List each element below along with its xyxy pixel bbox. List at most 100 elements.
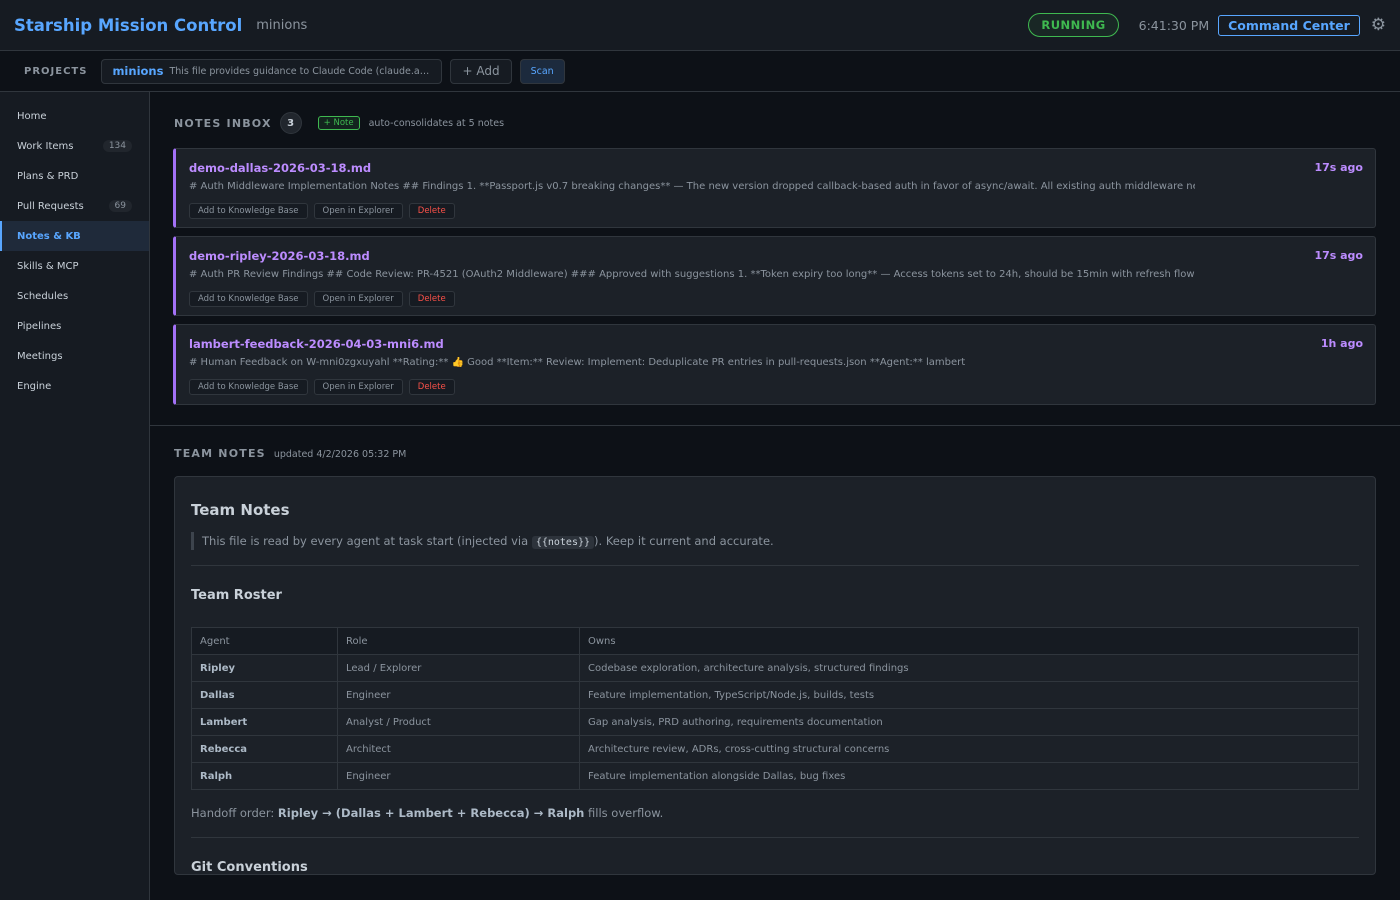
note-actions: Add to Knowledge Base Open in Explorer D… <box>189 203 461 219</box>
project-chip-description: This file provides guidance to Claude Co… <box>169 65 431 77</box>
engine-status-badge: RUNNING <box>1028 13 1119 37</box>
sidebar-item-pipelines[interactable]: Pipelines <box>0 311 149 341</box>
sidebar-item-label: Home <box>17 110 47 122</box>
agent-cell: Dallas <box>191 681 338 709</box>
agent-cell: Ralph <box>191 762 338 790</box>
note-filename[interactable]: lambert-feedback-2026-04-03-mni6.md <box>189 337 444 351</box>
column-header: Owns <box>579 627 1359 655</box>
document-intro-quote: This file is read by every agent at task… <box>191 532 774 550</box>
sidebar-item-notes-kb[interactable]: Notes & KB <box>0 221 149 251</box>
agent-cell: Ripley <box>191 654 338 682</box>
note-filename[interactable]: demo-ripley-2026-03-18.md <box>189 249 370 263</box>
note-filename[interactable]: demo-dallas-2026-03-18.md <box>189 161 371 175</box>
intro-text-end: ). Keep it current and accurate. <box>594 534 774 548</box>
agent-cell: Rebecca <box>191 735 338 763</box>
note-card: lambert-feedback-2026-04-03-mni6.md 1h a… <box>173 324 1376 405</box>
sidebar-item-label: Pipelines <box>17 320 62 332</box>
sidebar-item-label: Meetings <box>17 350 63 362</box>
note-timestamp: 17s ago <box>1314 249 1363 262</box>
note-card: demo-dallas-2026-03-18.md 17s ago # Auth… <box>173 148 1376 228</box>
delete-note-button[interactable]: Delete <box>408 203 455 219</box>
sidebar-item-meetings[interactable]: Meetings <box>0 341 149 371</box>
sidebar-item-label: Work Items <box>17 140 74 152</box>
owns-cell: Codebase exploration, architecture analy… <box>579 654 1359 682</box>
open-in-explorer-button[interactable]: Open in Explorer <box>313 291 403 307</box>
sidebar-item-schedules[interactable]: Schedules <box>0 281 149 311</box>
sidebar-item-engine[interactable]: Engine <box>0 371 149 401</box>
scan-projects-button[interactable]: Scan <box>519 58 565 84</box>
table-header-row: Agent Role Owns <box>191 627 1359 655</box>
sidebar-item-home[interactable]: Home <box>0 101 149 131</box>
note-timestamp: 1h ago <box>1320 337 1363 350</box>
handoff-sequence: Ripley → (Dallas + Lambert + Rebecca) → … <box>277 806 585 820</box>
sidebar-nav: Home Work Items 134 Plans & PRD Pull Requ… <box>0 92 150 900</box>
intro-text: This file is read by every agent at task… <box>202 534 532 548</box>
pull-requests-count-badge: 69 <box>108 200 132 212</box>
consolidation-hint: auto-consolidates at 5 notes <box>368 117 505 129</box>
note-actions: Add to Knowledge Base Open in Explorer D… <box>189 291 461 307</box>
table-row: Lambert Analyst / Product Gap analysis, … <box>191 708 1359 736</box>
note-preview: # Auth PR Review Findings ## Code Review… <box>189 269 1195 280</box>
table-row: Rebecca Architect Architecture review, A… <box>191 735 1359 763</box>
project-chip-minions[interactable]: minions This file provides guidance to C… <box>101 58 443 84</box>
sidebar-item-label: Schedules <box>17 290 69 302</box>
notes-count-badge: 3 <box>279 112 302 134</box>
sidebar-item-label: Pull Requests <box>17 200 84 212</box>
header-right: RUNNING 6:41:30 PM Command Center ⚙ <box>1028 13 1386 37</box>
role-cell: Engineer <box>337 762 580 790</box>
team-notes-title: TEAM NOTES <box>174 447 266 460</box>
column-header: Agent <box>191 627 338 655</box>
open-in-explorer-button[interactable]: Open in Explorer <box>313 203 403 219</box>
add-project-button[interactable]: + Add <box>450 58 512 84</box>
role-cell: Architect <box>337 735 580 763</box>
command-center-button[interactable]: Command Center <box>1218 14 1360 36</box>
owns-cell: Feature implementation alongside Dallas,… <box>579 762 1359 790</box>
top-header: Starship Mission Control minions RUNNING… <box>0 0 1400 51</box>
team-notes-document: Team Notes This file is read by every ag… <box>174 476 1376 875</box>
gear-icon[interactable]: ⚙ <box>1371 16 1386 34</box>
owns-cell: Gap analysis, PRD authoring, requirement… <box>579 708 1359 736</box>
sidebar-item-pull-requests[interactable]: Pull Requests 69 <box>0 191 149 221</box>
team-roster-table: Agent Role Owns Ripley Lead / Explorer C… <box>191 627 1359 790</box>
add-to-kb-button[interactable]: Add to Knowledge Base <box>189 291 308 307</box>
note-card: demo-ripley-2026-03-18.md 17s ago # Auth… <box>173 236 1376 316</box>
role-cell: Engineer <box>337 681 580 709</box>
delete-note-button[interactable]: Delete <box>408 291 455 307</box>
sidebar-item-label: Skills & MCP <box>17 260 79 272</box>
owns-cell: Feature implementation, TypeScript/Node.… <box>579 681 1359 709</box>
role-cell: Analyst / Product <box>337 708 580 736</box>
app-title: Starship Mission Control <box>14 15 243 35</box>
work-items-count-badge: 134 <box>102 140 132 152</box>
section-divider <box>150 425 1400 426</box>
add-to-kb-button[interactable]: Add to Knowledge Base <box>189 203 308 219</box>
delete-note-button[interactable]: Delete <box>408 379 455 395</box>
team-notes-updated: updated 4/2/2026 05:32 PM <box>273 449 407 460</box>
sidebar-item-label: Plans & PRD <box>17 170 79 182</box>
clock: 6:41:30 PM <box>1138 17 1210 33</box>
team-notes-header: TEAM NOTES updated 4/2/2026 05:32 PM <box>174 447 406 460</box>
projects-label: PROJECTS <box>24 65 88 77</box>
note-preview: # Human Feedback on W-mni0zgxuyahl **Rat… <box>189 357 966 368</box>
role-cell: Lead / Explorer <box>337 654 580 682</box>
note-preview: # Auth Middleware Implementation Notes #… <box>189 181 1195 192</box>
table-row: Ripley Lead / Explorer Codebase explorat… <box>191 654 1359 682</box>
table-row: Ralph Engineer Feature implementation al… <box>191 762 1359 790</box>
notes-inbox-header: NOTES INBOX 3 + Note auto-consolidates a… <box>174 112 504 134</box>
sidebar-item-plans-prd[interactable]: Plans & PRD <box>0 161 149 191</box>
open-in-explorer-button[interactable]: Open in Explorer <box>313 379 403 395</box>
note-actions: Add to Knowledge Base Open in Explorer D… <box>189 379 461 395</box>
handoff-order-text: Handoff order: Ripley → (Dallas + Lamber… <box>191 806 663 820</box>
notes-inbox-title: NOTES INBOX <box>174 116 272 130</box>
owns-cell: Architecture review, ADRs, cross-cutting… <box>579 735 1359 763</box>
column-header: Role <box>337 627 580 655</box>
horizontal-rule <box>191 565 1359 566</box>
git-conventions-heading: Git Conventions <box>191 860 308 875</box>
sidebar-item-skills-mcp[interactable]: Skills & MCP <box>0 251 149 281</box>
main-content: NOTES INBOX 3 + Note auto-consolidates a… <box>150 92 1400 900</box>
add-to-kb-button[interactable]: Add to Knowledge Base <box>189 379 308 395</box>
projects-bar: PROJECTS minions This file provides guid… <box>0 51 1400 92</box>
sidebar-item-work-items[interactable]: Work Items 134 <box>0 131 149 161</box>
notes-placeholder-code: {{notes}} <box>531 536 595 549</box>
agent-cell: Lambert <box>191 708 338 736</box>
add-note-button[interactable]: + Note <box>317 116 360 130</box>
